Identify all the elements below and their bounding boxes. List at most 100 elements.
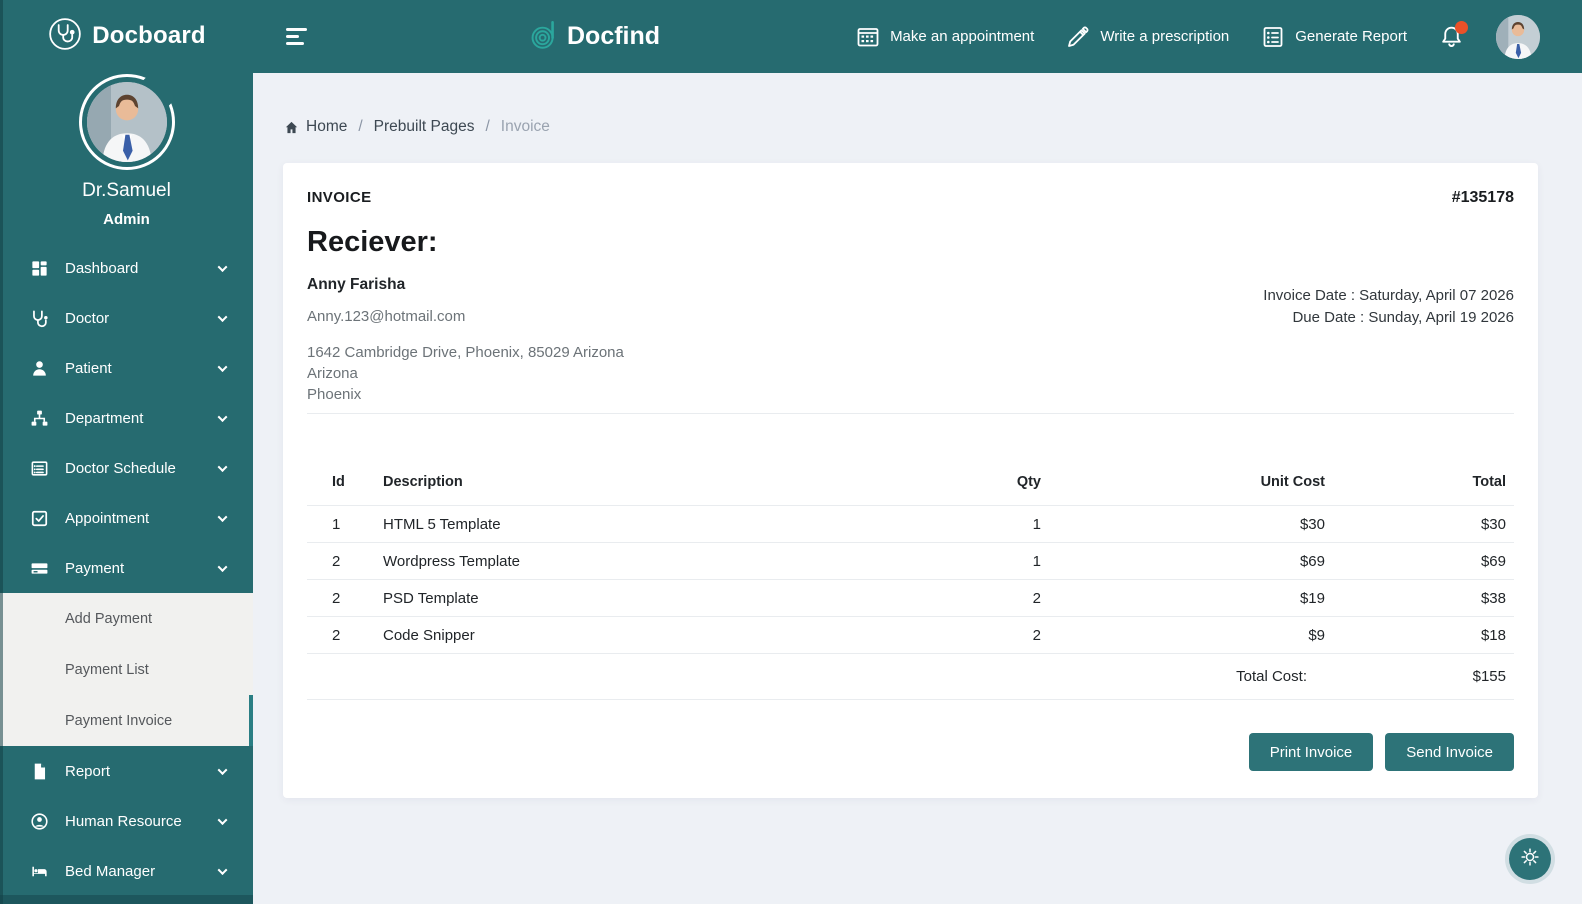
address-line: Arizona	[307, 363, 624, 384]
sidebar-item-label: Doctor Schedule	[65, 460, 176, 477]
bed-icon	[30, 862, 49, 881]
app-logo: Docfind	[529, 0, 660, 73]
docfind-spiral-icon	[529, 19, 560, 55]
calendar-icon	[856, 25, 880, 49]
chevron-down-icon	[218, 262, 228, 272]
chevron-down-icon	[218, 412, 228, 422]
gear-icon	[1520, 847, 1540, 872]
top-header: Docfind Make an appointment Write a pres…	[253, 0, 1582, 73]
column-header-total: Total	[1333, 458, 1514, 506]
sidebar-item-department[interactable]: Department	[0, 393, 253, 443]
cell-id: 2	[307, 543, 375, 580]
sidebar-item-label: Payment	[65, 560, 124, 577]
chevron-down-icon	[218, 865, 228, 875]
print-invoice-button[interactable]: Print Invoice	[1249, 733, 1374, 771]
cell-unit-cost: $9	[1049, 617, 1333, 654]
write-prescription-button[interactable]: Write a prescription	[1066, 25, 1229, 49]
pencil-icon	[1066, 25, 1090, 49]
person-circle-icon	[30, 812, 49, 831]
table-header-row: Id Description Qty Unit Cost Total	[307, 458, 1514, 506]
cell-qty: 1	[931, 506, 1049, 543]
column-header-unit-cost: Unit Cost	[1049, 458, 1333, 506]
cell-description: PSD Template	[375, 580, 931, 617]
cell-id: 2	[307, 580, 375, 617]
cell-unit-cost: $69	[1049, 543, 1333, 580]
total-row: Total Cost: $155	[307, 654, 1514, 700]
sidebar-item-report[interactable]: Report	[0, 746, 253, 796]
sidebar-item-doctor[interactable]: Doctor	[0, 293, 253, 343]
main-content: Home / Prebuilt Pages / Invoice INVOICE …	[253, 73, 1582, 904]
logo-text: Docfind	[567, 22, 660, 51]
breadcrumb: Home / Prebuilt Pages / Invoice	[284, 118, 1582, 136]
chevron-down-icon	[218, 362, 228, 372]
cell-empty	[931, 654, 1049, 700]
notification-dot	[1455, 21, 1468, 34]
cell-description: Wordpress Template	[375, 543, 931, 580]
credit-card-icon	[30, 559, 49, 578]
cell-id: 2	[307, 617, 375, 654]
table-row: 2 PSD Template 2 $19 $38	[307, 580, 1514, 617]
sidebar-item-dashboard[interactable]: Dashboard	[0, 243, 253, 293]
invoice-date: Invoice Date : Saturday, April 07 2026	[1263, 285, 1514, 307]
stethoscope-logo-icon	[47, 16, 83, 57]
check-square-icon	[30, 509, 49, 528]
sidebar-item-label: Bed Manager	[65, 863, 155, 880]
chevron-down-icon	[218, 312, 228, 322]
submenu-item-label: Payment List	[65, 662, 149, 678]
hamburger-menu-icon[interactable]	[286, 28, 308, 45]
sidebar-item-payment[interactable]: Payment	[0, 543, 253, 593]
total-cost-value: $155	[1333, 654, 1514, 700]
cell-unit-cost: $19	[1049, 580, 1333, 617]
settings-fab-button[interactable]	[1509, 838, 1551, 880]
cell-total: $69	[1333, 543, 1514, 580]
breadcrumb-prebuilt-pages[interactable]: Prebuilt Pages	[374, 118, 475, 136]
breadcrumb-label: Home	[306, 118, 347, 136]
receiver-name: Anny Farisha	[307, 276, 624, 294]
submenu-item-add-payment[interactable]: Add Payment	[0, 593, 253, 644]
user-role: Admin	[0, 211, 253, 228]
home-icon	[284, 120, 299, 135]
breadcrumb-separator: /	[485, 118, 489, 136]
breadcrumb-home[interactable]: Home	[284, 118, 347, 136]
table-row: 2 Wordpress Template 1 $69 $69	[307, 543, 1514, 580]
address-line: Phoenix	[307, 384, 624, 405]
generate-report-button[interactable]: Generate Report	[1261, 25, 1407, 49]
chevron-down-icon	[218, 815, 228, 825]
sidebar-item-label: Department	[65, 410, 143, 427]
chevron-down-icon	[218, 462, 228, 472]
sidebar-avatar[interactable]	[79, 74, 175, 170]
nav-item-label: Write a prescription	[1100, 28, 1229, 45]
stethoscope-icon	[30, 309, 49, 328]
send-invoice-button[interactable]: Send Invoice	[1385, 733, 1514, 771]
sidebar-item-human-resource[interactable]: Human Resource	[0, 796, 253, 846]
cell-qty: 2	[931, 617, 1049, 654]
header-user-avatar[interactable]	[1496, 15, 1540, 59]
sidebar-item-label: Human Resource	[65, 813, 182, 830]
invoice-number: #135178	[1452, 189, 1514, 207]
sidebar-item-label: Appointment	[65, 510, 149, 527]
sidebar-item-doctor-schedule[interactable]: Doctor Schedule	[0, 443, 253, 493]
brand-name: Docboard	[92, 22, 206, 50]
sidebar: Docboard Dr.Samuel Admin Dashboard	[0, 0, 253, 904]
submenu-item-label: Payment Invoice	[65, 713, 172, 729]
cell-total: $18	[1333, 617, 1514, 654]
cell-qty: 1	[931, 543, 1049, 580]
sidebar-brand: Docboard	[0, 0, 253, 56]
submenu-item-payment-list[interactable]: Payment List	[0, 644, 253, 695]
file-icon	[30, 762, 49, 781]
receiver-email: Anny.123@hotmail.com	[307, 308, 624, 325]
invoice-dates: Invoice Date : Saturday, April 07 2026 D…	[1263, 285, 1514, 328]
notifications-button[interactable]	[1439, 24, 1464, 49]
chevron-down-icon	[218, 562, 228, 572]
person-icon	[30, 359, 49, 378]
make-appointment-button[interactable]: Make an appointment	[856, 25, 1034, 49]
report-list-icon	[1261, 25, 1285, 49]
submenu-item-payment-invoice[interactable]: Payment Invoice	[0, 695, 253, 746]
sidebar-item-bed-manager[interactable]: Bed Manager	[0, 846, 253, 896]
cell-total: $30	[1333, 506, 1514, 543]
sidebar-item-patient[interactable]: Patient	[0, 343, 253, 393]
sidebar-item-label: Dashboard	[65, 260, 138, 277]
address-line: 1642 Cambridge Drive, Phoenix, 85029 Ari…	[307, 342, 624, 363]
column-header-description: Description	[375, 458, 931, 506]
sidebar-item-appointment[interactable]: Appointment	[0, 493, 253, 543]
